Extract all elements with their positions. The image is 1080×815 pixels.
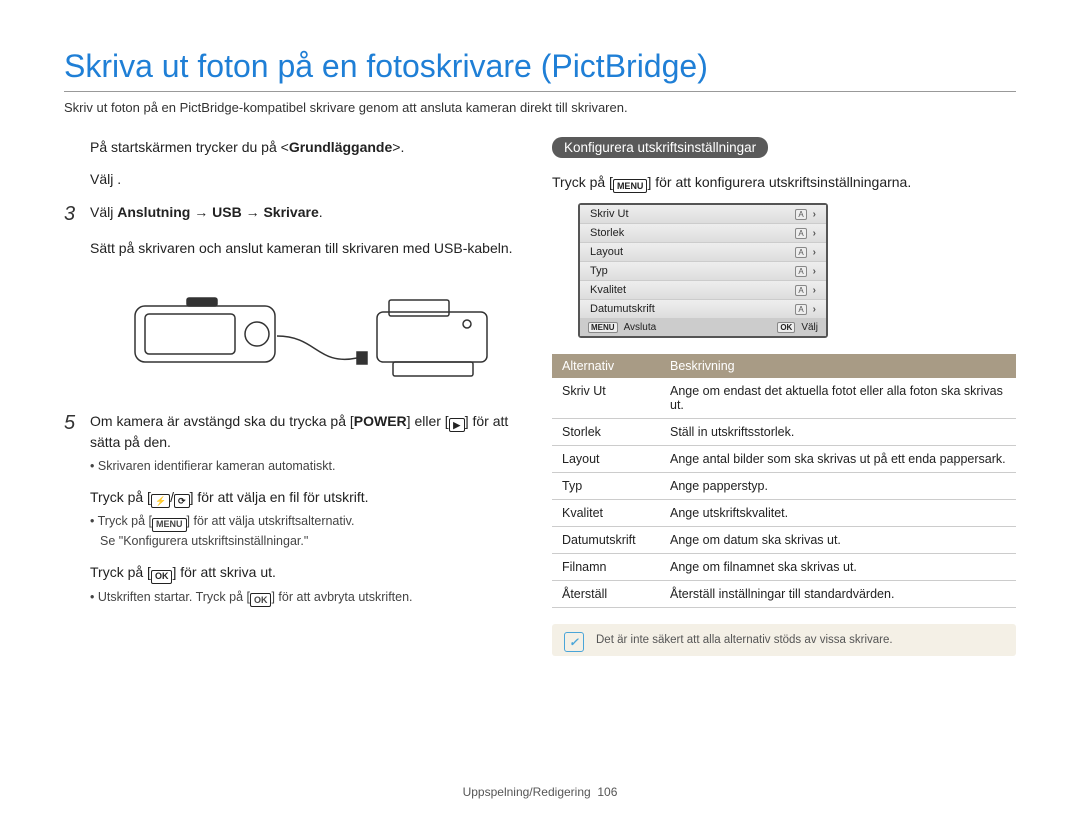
step3-c: → — [190, 204, 212, 220]
table-row: StorlekStäll in utskriftsstorlek. — [552, 419, 1016, 446]
ok-icon: OK — [250, 593, 272, 607]
step-1: På startskärmen trycker du på <Grundlägg… — [64, 137, 524, 157]
step3-b: Anslutning — [117, 204, 190, 220]
left-column: På startskärmen trycker du på <Grundlägg… — [64, 137, 524, 656]
step-5: 5 Om kamera är avstängd ska du trycka på… — [64, 411, 524, 475]
menu-row: StorlekA› — [580, 224, 826, 243]
printer-menu-screenshot: Skriv UtA› StorlekA› LayoutA› TypA› Kval… — [578, 203, 828, 338]
step6-sub-line1: Tryck på [MENU] för att välja utskriftsa… — [100, 512, 524, 550]
step-number: 3 — [64, 202, 90, 226]
step7-sub: Utskriften startar. Tryck på [OK] för at… — [100, 588, 524, 608]
table-row: KvalitetAnge utskriftskvalitet. — [552, 500, 1016, 527]
step7-b: ] för att skriva ut. — [172, 564, 275, 580]
menu-row: TypA› — [580, 262, 826, 281]
table-row: ÅterställÅterställ inställningar till st… — [552, 581, 1016, 608]
content-columns: På startskärmen trycker du på <Grundlägg… — [64, 137, 1016, 656]
table-row: TypAnge papperstyp. — [552, 473, 1016, 500]
step-number — [64, 169, 90, 189]
step-6: Tryck på [⚡/⟳] för att välja en fil för … — [64, 487, 524, 550]
step-number: 5 — [64, 411, 90, 475]
table-row: LayoutAnge antal bilder som ska skrivas … — [552, 446, 1016, 473]
table-row: FilnamnAnge om filnamnet ska skrivas ut. — [552, 554, 1016, 581]
step3-e: → — [242, 204, 264, 220]
menu-footer: MENUAvsluta OKVälj — [580, 319, 826, 336]
section-heading: Konfigurera utskriftsinställningar — [552, 137, 768, 158]
step3-a: Välj — [90, 204, 117, 220]
camera-printer-diagram — [90, 276, 524, 391]
menu-icon: MENU — [613, 179, 648, 193]
step-7: Tryck på [OK] för att skriva ut. Utskrif… — [64, 562, 524, 607]
lead-text: Tryck på [MENU] för att konfigurera utsk… — [552, 174, 1016, 193]
page-footer: Uppspelning/Redigering 106 — [0, 785, 1080, 799]
menu-row: KvalitetA› — [580, 281, 826, 300]
step1-bold: Grundläggande — [289, 139, 392, 155]
step-4: Sätt på skrivaren och anslut kameran til… — [64, 238, 524, 258]
step6-a: Tryck på [ — [90, 489, 151, 505]
menu-row: LayoutA› — [580, 243, 826, 262]
step5-sub: Skrivaren identifierar kameran automatis… — [100, 457, 524, 475]
step-2: Välj . — [64, 169, 524, 189]
step7-a: Tryck på [ — [90, 564, 151, 580]
info-icon: ✓ — [564, 632, 584, 652]
menu-row: Skriv UtA› — [580, 205, 826, 224]
step5-c: ] eller [ — [407, 413, 449, 429]
step3-d: USB — [212, 204, 242, 220]
step5-power: POWER — [354, 413, 407, 429]
note-text: Det är inte säkert att alla alternativ s… — [596, 634, 893, 646]
step1-text-c: >. — [392, 139, 404, 155]
step-number — [64, 238, 90, 258]
right-column: Konfigurera utskriftsinställningar Tryck… — [552, 137, 1016, 656]
options-table: Alternativ Beskrivning Skriv UtAnge om e… — [552, 354, 1016, 608]
page-subtitle: Skriv ut foton på en PictBridge-kompatib… — [64, 100, 1016, 115]
step5-a: Om kamera är avstängd ska du trycka på [ — [90, 413, 354, 429]
note-box: ✓ Det är inte säkert att alla alternativ… — [552, 624, 1016, 656]
step6-b: ] för att välja en fil för utskrift. — [190, 489, 369, 505]
menu-row: DatumutskriftA› — [580, 300, 826, 319]
playback-icon: ▶ — [449, 418, 465, 432]
page-title: Skriva ut foton på en fotoskrivare (Pict… — [64, 48, 1016, 92]
step-number — [64, 562, 90, 607]
flash-icon: ⚡ — [151, 494, 170, 508]
timer-icon: ⟳ — [174, 494, 190, 508]
step1-text-a: På startskärmen trycker du på < — [90, 139, 289, 155]
table-row: DatumutskriftAnge om datum ska skrivas u… — [552, 527, 1016, 554]
step-number — [64, 487, 90, 550]
th-option: Alternativ — [552, 354, 660, 378]
ok-icon: OK — [151, 570, 173, 584]
menu-icon: MENU — [152, 518, 187, 532]
step3-f: Skrivare — [263, 204, 318, 220]
step4-body: Sätt på skrivaren och anslut kameran til… — [90, 238, 524, 258]
step2-body: Välj . — [90, 169, 524, 189]
step-number — [64, 137, 90, 157]
step3-g: . — [319, 204, 323, 220]
th-desc: Beskrivning — [660, 354, 1016, 378]
step-3: 3 Välj Anslutning → USB → Skrivare. — [64, 202, 524, 226]
table-row: Skriv UtAnge om endast det aktuella foto… — [552, 378, 1016, 419]
